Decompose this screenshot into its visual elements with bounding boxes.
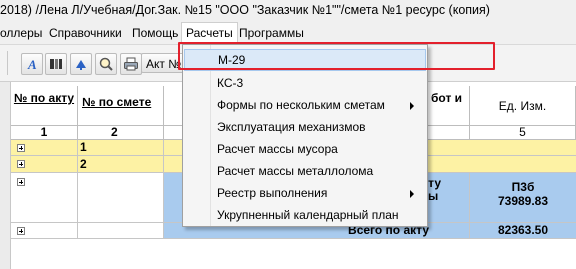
menu-programs[interactable]: Программы bbox=[235, 22, 308, 44]
submenu-arrow-icon bbox=[410, 190, 414, 198]
filter-icon bbox=[76, 60, 86, 70]
menu-calculations[interactable]: Расчеты bbox=[181, 22, 238, 44]
printer-icon bbox=[124, 57, 138, 71]
submenu-arrow-icon bbox=[410, 102, 414, 110]
search-button[interactable] bbox=[95, 53, 117, 75]
toolbar-grip bbox=[0, 51, 8, 75]
filter-button[interactable] bbox=[70, 53, 92, 75]
expand-icon[interactable] bbox=[17, 160, 25, 168]
menu-item-debris-mass[interactable]: Расчет массы мусора bbox=[184, 138, 426, 160]
header-num-act[interactable]: № по акту bbox=[11, 86, 78, 126]
header-num-estimate[interactable]: № по смете bbox=[78, 86, 164, 126]
header-number-col1: 1 bbox=[11, 126, 78, 140]
menu-directories[interactable]: Справочники bbox=[45, 22, 126, 44]
menu-item-label: Формы по нескольким сметам bbox=[217, 98, 385, 112]
menu-item-machinery-operation[interactable]: Эксплуатация механизмов bbox=[184, 116, 426, 138]
font-a-icon: A bbox=[27, 57, 37, 72]
unit-value: 73989.83 bbox=[497, 194, 549, 208]
menu-item-consolidated-schedule[interactable]: Укрупненный календарный план bbox=[184, 204, 426, 226]
highlight-annotation bbox=[178, 42, 495, 70]
window-title-bar: 2018) /Лена Л/Учебная/Дог.Зак. №15 "ООО … bbox=[0, 0, 576, 22]
menu-item-execution-registry[interactable]: Реестр выполнения bbox=[184, 182, 426, 204]
row-estimate-num: 2 bbox=[78, 156, 164, 172]
magnifier-icon bbox=[99, 57, 113, 71]
row-estimate-num: 1 bbox=[78, 140, 164, 155]
font-button[interactable]: A bbox=[21, 53, 43, 75]
menu-item-scrap-metal-mass[interactable]: Расчет массы металлолома bbox=[184, 160, 426, 182]
columns-icon bbox=[50, 59, 62, 69]
unit-code: П3б bbox=[511, 180, 535, 194]
menu-help[interactable]: Помощь bbox=[128, 22, 182, 44]
menu-item-multi-estimate-forms[interactable]: Формы по нескольким сметам bbox=[184, 94, 426, 116]
header-number-col5: 5 bbox=[470, 126, 576, 140]
calculations-dropdown-menu: М-29 КС-3 Формы по нескольким сметам Экс… bbox=[182, 44, 428, 227]
expand-icon[interactable] bbox=[17, 144, 25, 152]
svg-text:A: A bbox=[27, 57, 37, 72]
expand-icon[interactable] bbox=[17, 227, 25, 235]
header-unit[interactable]: Ед. Изм. bbox=[470, 86, 576, 126]
columns-button[interactable] bbox=[45, 53, 67, 75]
print-button[interactable] bbox=[120, 53, 142, 75]
menu-item-label: Реестр выполнения bbox=[217, 186, 328, 200]
header-number-col2: 2 bbox=[78, 126, 164, 140]
expand-icon[interactable] bbox=[17, 178, 25, 186]
grid-row-indicator bbox=[0, 82, 11, 269]
header-works-partial[interactable]: бот и bbox=[430, 86, 470, 126]
window-title: 2018) /Лена Л/Учебная/Дог.Зак. №15 "ООО … bbox=[0, 3, 490, 17]
total-value: 82363.50 bbox=[470, 223, 576, 238]
menu-controllers[interactable]: оллеры bbox=[0, 22, 46, 44]
menu-item-ks3[interactable]: КС-3 bbox=[184, 72, 426, 94]
